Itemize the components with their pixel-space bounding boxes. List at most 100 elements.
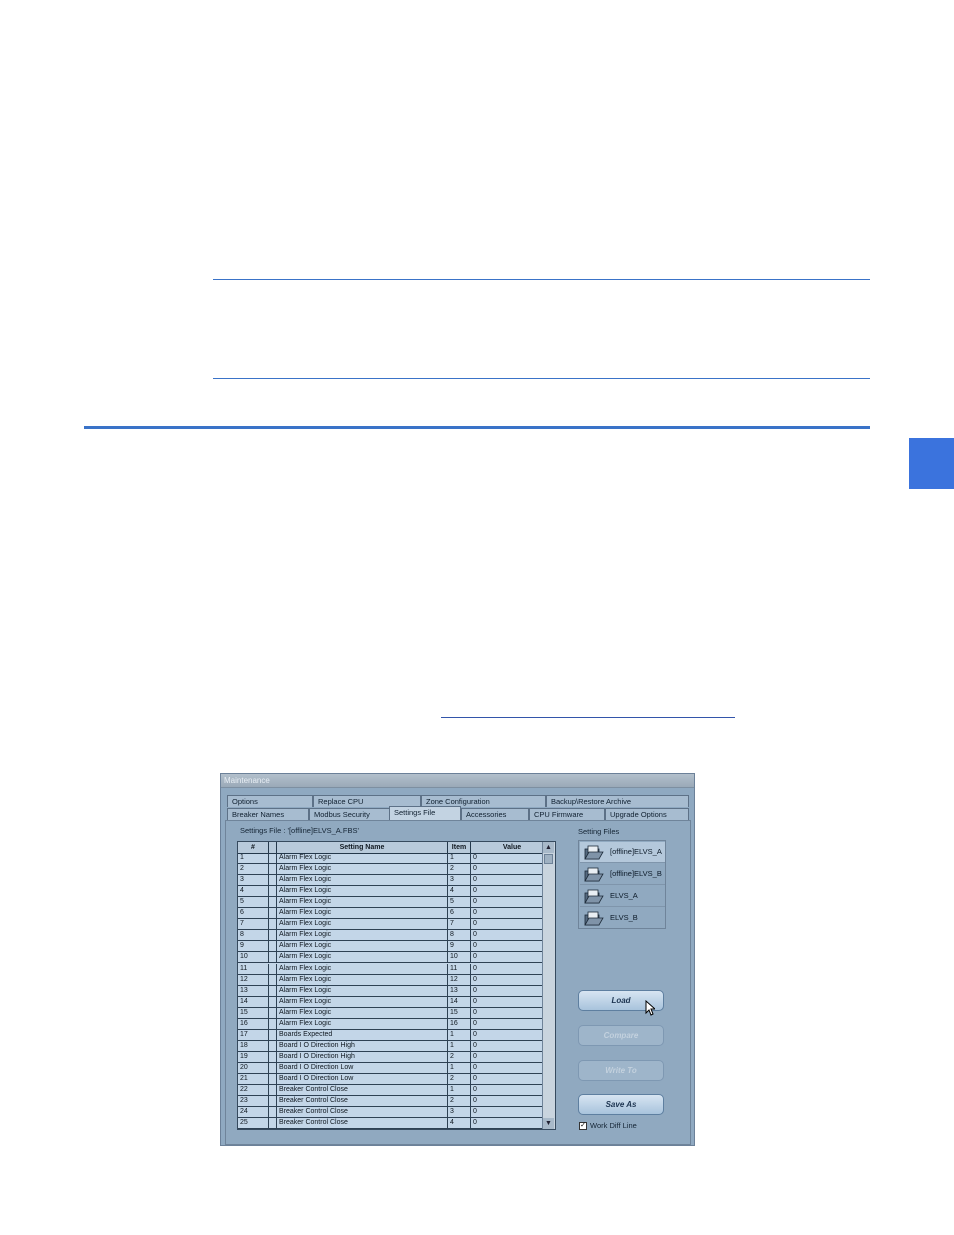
table-row[interactable]: 15 Alarm Flex Logic 15 0: [238, 1007, 554, 1019]
cell-setting-name: Alarm Flex Logic: [277, 853, 448, 863]
table-row[interactable]: 16 Alarm Flex Logic 16 0: [238, 1018, 554, 1030]
cell-flag: [269, 1051, 277, 1062]
file-item-elvs-b[interactable]: ELVS_B: [580, 908, 665, 929]
cell-flag: [269, 897, 277, 908]
cell-item: 1: [448, 1029, 471, 1040]
cell-setting-name: Alarm Flex Logic: [277, 897, 448, 908]
table-row[interactable]: 8 Alarm Flex Logic 8 0: [238, 930, 554, 942]
work-diff-line-checkbox[interactable]: ✓: [579, 1122, 587, 1130]
scroll-thumb[interactable]: [544, 854, 553, 864]
col-header-item[interactable]: Item: [448, 842, 471, 853]
table-row[interactable]: 3 Alarm Flex Logic 3 0: [238, 875, 554, 887]
cell-item: 3: [448, 1107, 471, 1118]
save-as-button[interactable]: Save As: [578, 1094, 664, 1115]
top-rule: [213, 279, 870, 280]
cell-flag: [269, 941, 277, 952]
cell-setting-name: Breaker Control Close: [277, 1107, 448, 1118]
cell-number: 23: [238, 1096, 269, 1107]
cell-setting-name: Board I O Direction Low: [277, 1074, 448, 1084]
cell-flag: [269, 1118, 277, 1129]
file-name: [offline]ELVS_A: [610, 847, 662, 856]
cell-flag: [269, 974, 277, 985]
file-item-offline-elvs-b[interactable]: [offline]ELVS_B: [580, 864, 665, 885]
col-header-setting-name[interactable]: Setting Name: [277, 842, 448, 853]
tab-upgrade-options[interactable]: Upgrade Options: [605, 808, 689, 820]
cell-item: 16: [448, 1018, 471, 1029]
file-item-offline-elvs-a[interactable]: [offline]ELVS_A: [580, 842, 665, 863]
grid-scrollbar[interactable]: ▲ ▼: [542, 842, 555, 1129]
table-row[interactable]: 7 Alarm Flex Logic 7 0: [238, 919, 554, 931]
cell-item: 1: [448, 1062, 471, 1073]
cell-flag: [269, 853, 277, 863]
cell-item: 15: [448, 1007, 471, 1018]
cell-item: 1: [448, 1085, 471, 1096]
table-row[interactable]: 11 Alarm Flex Logic 11 0: [238, 963, 554, 975]
table-row[interactable]: 14 Alarm Flex Logic 14 0: [238, 996, 554, 1008]
cell-item: 2: [448, 864, 471, 875]
settings-grid[interactable]: # Setting Name Item Value 1 Alarm Flex Lo…: [237, 841, 556, 1130]
tab-cpu-firmware[interactable]: CPU Firmware: [529, 808, 605, 820]
table-row[interactable]: 21 Board I O Direction Low 2 0: [238, 1074, 554, 1085]
cell-setting-name: Alarm Flex Logic: [277, 963, 448, 974]
setting-files-label: Setting Files: [578, 827, 620, 836]
table-row[interactable]: 12 Alarm Flex Logic 12 0: [238, 974, 554, 986]
table-row[interactable]: 17 Boards Expected 1 0: [238, 1029, 554, 1041]
cell-item: 1: [448, 853, 471, 863]
write-to-button[interactable]: Write To: [578, 1060, 664, 1081]
cell-setting-name: Board I O Direction High: [277, 1051, 448, 1062]
scroll-down-icon[interactable]: ▼: [543, 1118, 554, 1129]
cell-flag: [269, 908, 277, 919]
compare-button[interactable]: Compare: [578, 1025, 664, 1046]
tab-options[interactable]: Options: [227, 795, 313, 807]
tab-backup-restore-archive[interactable]: Backup\Restore Archive: [546, 795, 689, 807]
cell-item: 5: [448, 897, 471, 908]
tab-accessories[interactable]: Accessories: [461, 808, 529, 820]
cell-flag: [269, 919, 277, 930]
table-row[interactable]: 13 Alarm Flex Logic 13 0: [238, 985, 554, 997]
cell-setting-name: Alarm Flex Logic: [277, 941, 448, 952]
table-row[interactable]: 5 Alarm Flex Logic 5 0: [238, 897, 554, 909]
table-row[interactable]: 2 Alarm Flex Logic 2 0: [238, 864, 554, 876]
col-header-number[interactable]: #: [238, 842, 269, 853]
tab-breaker-names[interactable]: Breaker Names: [227, 808, 309, 820]
table-row[interactable]: 23 Breaker Control Close 2 0: [238, 1096, 554, 1108]
cell-setting-name: Breaker Control Close: [277, 1096, 448, 1107]
tab-modbus-security[interactable]: Modbus Security: [309, 808, 391, 820]
cell-item: 4: [448, 886, 471, 897]
cell-flag: [269, 996, 277, 1007]
cell-setting-name: Alarm Flex Logic: [277, 875, 448, 886]
table-row[interactable]: 18 Board I O Direction High 1 0: [238, 1040, 554, 1052]
cell-setting-name: Alarm Flex Logic: [277, 919, 448, 930]
folder-file-icon: [584, 911, 604, 926]
cell-flag: [269, 875, 277, 886]
folder-file-icon: [584, 889, 604, 904]
table-row[interactable]: 22 Breaker Control Close 1 0: [238, 1085, 554, 1097]
table-row[interactable]: 19 Board I O Direction High 2 0: [238, 1051, 554, 1063]
tab-settings-file[interactable]: Settings File: [389, 806, 461, 821]
cell-number: 17: [238, 1029, 269, 1040]
hyperlink-underline[interactable]: [441, 717, 735, 718]
window-title: Maintenance: [221, 774, 694, 788]
cell-setting-name: Alarm Flex Logic: [277, 908, 448, 919]
cell-setting-name: Boards Expected: [277, 1029, 448, 1040]
cell-number: 24: [238, 1107, 269, 1118]
chapter-tab: [909, 438, 954, 489]
cell-setting-name: Alarm Flex Logic: [277, 952, 448, 963]
cell-flag: [269, 1107, 277, 1118]
section-rule: [84, 426, 870, 429]
table-row[interactable]: 24 Breaker Control Close 3 0: [238, 1107, 554, 1119]
table-row[interactable]: 4 Alarm Flex Logic 4 0: [238, 886, 554, 898]
scroll-up-icon[interactable]: ▲: [543, 842, 554, 853]
file-name: ELVS_B: [610, 913, 638, 922]
table-row[interactable]: 20 Board I O Direction Low 1 0: [238, 1062, 554, 1074]
table-row[interactable]: 9 Alarm Flex Logic 9 0: [238, 941, 554, 953]
cell-flag: [269, 1007, 277, 1018]
table-row[interactable]: 1 Alarm Flex Logic 1 0: [238, 853, 554, 864]
table-row[interactable]: 25 Breaker Control Close 4 0: [238, 1118, 554, 1129]
file-item-elvs-a[interactable]: ELVS_A: [580, 886, 665, 907]
table-row[interactable]: 10 Alarm Flex Logic 10 0: [238, 952, 554, 964]
cell-setting-name: Alarm Flex Logic: [277, 974, 448, 985]
cell-setting-name: Board I O Direction High: [277, 1040, 448, 1051]
cell-flag: [269, 952, 277, 963]
table-row[interactable]: 6 Alarm Flex Logic 6 0: [238, 908, 554, 920]
